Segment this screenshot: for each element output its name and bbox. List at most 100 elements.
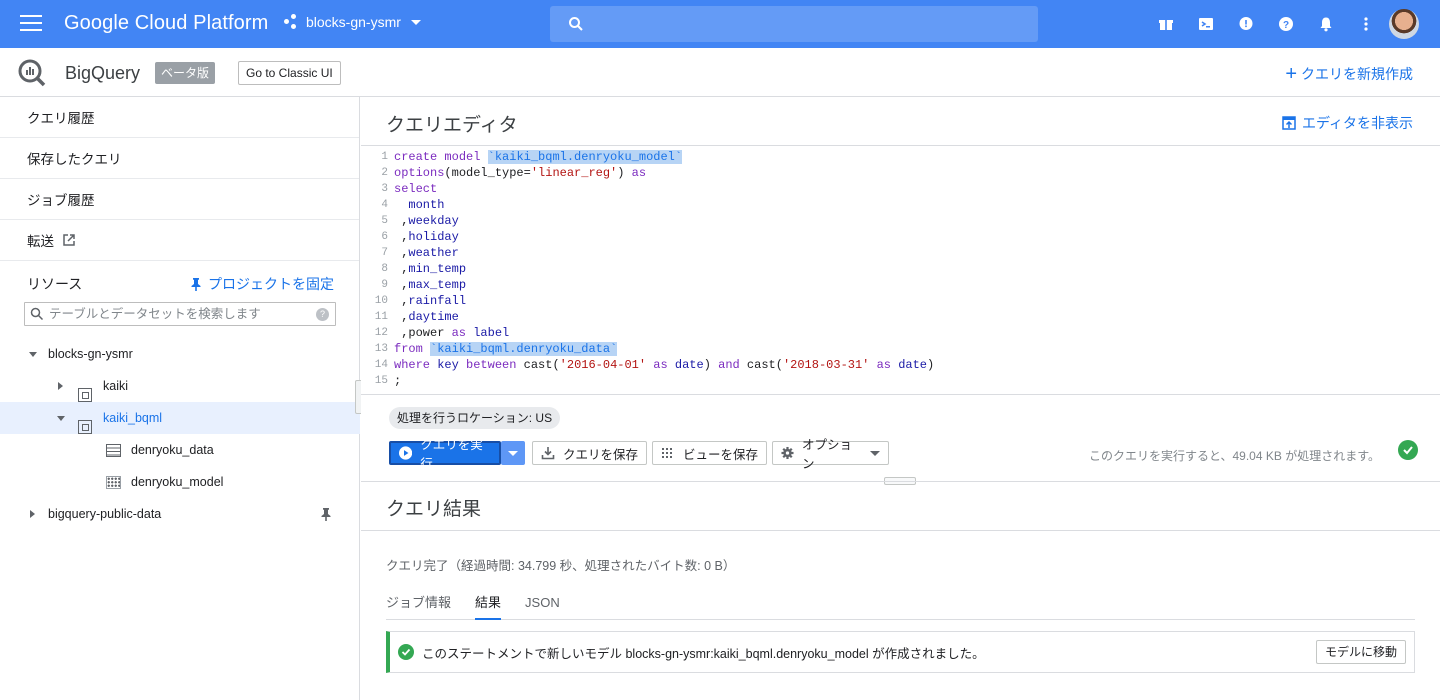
product-title[interactable]: Google Cloud Platform [64, 12, 268, 35]
gift-icon[interactable] [1154, 12, 1178, 36]
save-view-button[interactable]: ビューを保存 [652, 441, 768, 465]
expand-more-icon[interactable] [30, 510, 35, 518]
project-picker[interactable]: blocks-gn-ysmr [284, 14, 421, 30]
expand-less-icon[interactable] [29, 352, 37, 357]
line-number: 10 [374, 295, 388, 307]
line-number: 6 [381, 231, 388, 243]
sidebar-item-label: 保存したクエリ [27, 152, 122, 167]
sidebar-item-job-history[interactable]: ジョブ履歴 [0, 179, 359, 220]
search-icon [30, 307, 44, 321]
pin-icon[interactable] [320, 507, 332, 521]
tab-job-info[interactable]: ジョブ情報 [386, 590, 451, 620]
run-query-button[interactable]: クエリを実行 [389, 438, 501, 471]
line-number: 1 [381, 151, 388, 163]
model-created-text: このステートメントで新しいモデル blocks-gn-ysmr:kaiki_bq… [422, 646, 985, 661]
sidebar-item-label: ジョブ履歴 [27, 193, 95, 208]
line-number: 7 [381, 247, 388, 259]
run-options-dropdown[interactable] [501, 441, 525, 465]
expand-more-icon[interactable] [58, 382, 63, 390]
tree-model-name: denryoku_model [131, 475, 224, 489]
classic-ui-button[interactable]: Go to Classic UI [238, 61, 341, 85]
editor-header: クエリエディタ エディタを非表示 [361, 97, 1440, 146]
code-line: ,rainfall [394, 294, 467, 308]
results-tabs: ジョブ情報 結果 JSON [386, 590, 1415, 620]
table-icon [106, 444, 121, 457]
chevron-down-icon [410, 19, 421, 25]
editor-title: クエリエディタ [386, 115, 518, 136]
options-button[interactable]: オプション [772, 438, 889, 471]
page-title: BigQuery [65, 63, 141, 83]
sql-editor[interactable]: 1 create model `kaiki_bqml.denryoku_model… [361, 149, 1440, 393]
sidebar-item-label: クエリ履歴 [27, 111, 95, 126]
new-query-label: クエリを新規作成 [1301, 66, 1413, 82]
sidebar: クエリ履歴 保存したクエリ ジョブ履歴 転送 リソース プロジェクトを固定 ? … [0, 97, 360, 700]
menu-icon[interactable] [20, 15, 42, 33]
tab-json[interactable]: JSON [525, 590, 560, 620]
notifications-icon[interactable] [1314, 12, 1338, 36]
view-icon [662, 448, 672, 458]
check-circle-icon [398, 644, 414, 660]
gear-icon [781, 446, 794, 460]
bigquery-header: BigQuery ベータ版 Go to Classic UI + クエリを新規作… [0, 48, 1440, 97]
search-input[interactable] [550, 6, 1038, 42]
code-line: from `kaiki_bqml.denryoku_data` [394, 342, 618, 356]
tree-project-name: blocks-gn-ysmr [48, 347, 133, 361]
help-icon[interactable]: ? [316, 308, 329, 321]
sidebar-item-label: 転送 [27, 234, 54, 249]
query-complete-status: クエリ完了（経過時間: 34.799 秒、処理されたバイト数: 0 B） [386, 559, 736, 573]
tree-table-row[interactable]: denryoku_data [0, 434, 360, 466]
code-line: month [408, 198, 445, 212]
tree-dataset-row[interactable]: kaiki [0, 370, 360, 402]
line-number: 14 [374, 359, 388, 371]
resources-header: リソース プロジェクトを固定 [0, 262, 360, 298]
results-header: クエリ結果 [361, 481, 1440, 531]
help-icon[interactable]: ? [1274, 12, 1298, 36]
location-chip[interactable]: 処理を行うロケーション: US [389, 407, 561, 429]
sidebar-item-query-history[interactable]: クエリ履歴 [0, 97, 359, 138]
chevron-down-icon [870, 450, 880, 456]
go-to-model-button[interactable]: モデルに移動 [1315, 640, 1406, 664]
main-panel: クエリエディタ エディタを非表示 1 create model `kaiki_bq… [361, 97, 1440, 700]
tree-public-project-row[interactable]: bigquery-public-data [0, 498, 360, 530]
code-line: where key between cast('2016-04-01' as d… [394, 358, 935, 372]
new-query-button[interactable]: + クエリを新規作成 [1285, 64, 1413, 84]
pin-project-button[interactable]: プロジェクトを固定 [190, 274, 334, 294]
feedback-icon[interactable] [1234, 12, 1258, 36]
model-created-message: このステートメントで新しいモデル blocks-gn-ysmr:kaiki_bq… [386, 631, 1415, 673]
tree-project-name: bigquery-public-data [48, 507, 162, 521]
more-vert-icon[interactable] [1354, 12, 1378, 36]
save-query-button[interactable]: クエリを保存 [532, 441, 648, 465]
cloud-shell-icon[interactable] [1194, 12, 1218, 36]
sidebar-item-transfers[interactable]: 転送 [0, 220, 359, 261]
line-number: 11 [374, 311, 388, 323]
editor-toolbar: 処理を行うロケーション: US クエリを実行 クエリを保存 ビューを保存 オプシ… [361, 394, 1440, 481]
pin-project-label: プロジェクトを固定 [208, 276, 334, 292]
code-line: options(model_type='linear_reg') as [394, 166, 647, 180]
run-query-label: クエリを実行 [420, 438, 483, 471]
chevron-down-icon [508, 450, 518, 456]
hide-editor-button[interactable]: エディタを非表示 [1282, 113, 1413, 133]
svg-text:?: ? [1283, 20, 1289, 31]
resource-search[interactable]: ? [24, 302, 336, 326]
tree-dataset-row-selected[interactable]: kaiki_bqml [0, 402, 360, 434]
resource-search-input[interactable] [49, 305, 309, 323]
results-title: クエリ結果 [386, 499, 482, 520]
line-number: 5 [381, 215, 388, 227]
save-query-label: クエリを保存 [563, 447, 639, 462]
code-line: ,min_temp [394, 262, 467, 276]
tree-model-row[interactable]: denryoku_model [0, 466, 360, 498]
dataset-icon [78, 420, 92, 434]
plus-icon: + [1285, 63, 1297, 85]
code-line: ,power as label [394, 326, 510, 340]
avatar[interactable] [1389, 9, 1419, 39]
tab-results[interactable]: 結果 [475, 590, 502, 620]
code-line: ,daytime [394, 310, 459, 324]
expand-less-icon[interactable] [57, 416, 65, 421]
tree-project-row[interactable]: blocks-gn-ysmr [0, 338, 360, 370]
line-number: 12 [374, 327, 388, 339]
code-line: ,max_temp [394, 278, 467, 292]
beta-badge: ベータ版 [155, 62, 216, 84]
sidebar-item-saved-queries[interactable]: 保存したクエリ [0, 138, 359, 179]
model-icon [106, 476, 121, 489]
save-view-label: ビューを保存 [683, 447, 759, 462]
